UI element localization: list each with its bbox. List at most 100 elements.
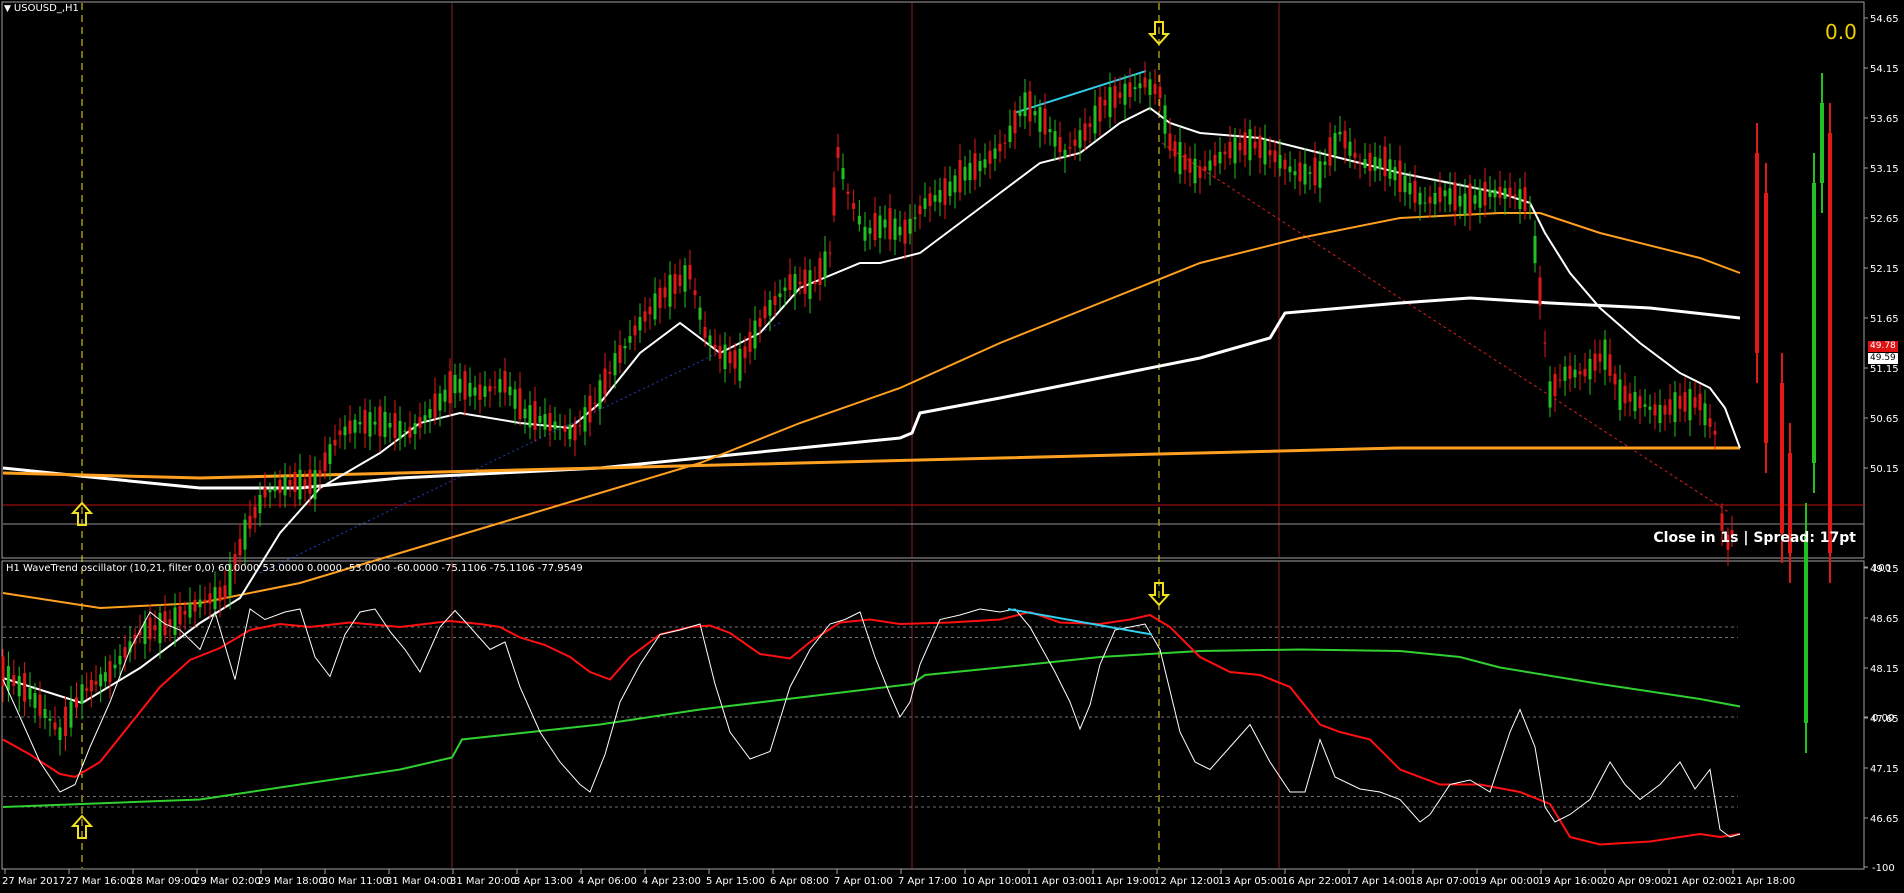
candle-body bbox=[1238, 142, 1242, 151]
price-tick-label: 53.65 bbox=[1870, 114, 1899, 125]
candle-body bbox=[1503, 188, 1507, 200]
candle-body bbox=[588, 395, 592, 423]
candle-body bbox=[1273, 150, 1277, 163]
candle-body bbox=[852, 203, 856, 209]
mtf-bar-body bbox=[1755, 153, 1759, 353]
candle-body bbox=[518, 388, 522, 420]
candle-body bbox=[1428, 196, 1432, 204]
price-tick-label: 52.15 bbox=[1870, 264, 1899, 275]
candle-body bbox=[468, 382, 472, 397]
candle-body bbox=[373, 421, 377, 425]
candle-body bbox=[6, 666, 10, 691]
candle-body bbox=[1418, 192, 1422, 205]
candle-body bbox=[1103, 99, 1107, 106]
candle-body bbox=[488, 385, 492, 392]
candle-body bbox=[1218, 151, 1222, 164]
candle-body bbox=[643, 311, 647, 322]
candle-body bbox=[388, 423, 392, 428]
candle-body bbox=[1588, 358, 1592, 380]
candle-body bbox=[783, 287, 787, 291]
candle-body bbox=[1263, 139, 1267, 165]
candle-body bbox=[1668, 399, 1672, 415]
candle-body bbox=[1628, 393, 1632, 402]
candle-body bbox=[1233, 137, 1237, 164]
candle-body bbox=[263, 487, 267, 498]
candle-body bbox=[273, 487, 277, 492]
dropdown-triangle-icon[interactable]: ▼ bbox=[4, 4, 11, 14]
candle-body bbox=[1533, 235, 1537, 264]
osc-divergence-line bbox=[1007, 608, 1153, 636]
candle-body bbox=[638, 317, 642, 331]
candle-body bbox=[793, 274, 797, 295]
price-tick-label: 51.15 bbox=[1870, 364, 1899, 375]
candle-body bbox=[857, 215, 861, 225]
candle-body bbox=[933, 195, 937, 202]
candle-body bbox=[998, 143, 1002, 152]
candle-body bbox=[1328, 137, 1332, 166]
candle-body bbox=[1398, 160, 1402, 192]
candle-body bbox=[1348, 141, 1352, 156]
candle-body bbox=[69, 701, 73, 728]
candle-body bbox=[298, 469, 302, 500]
candle-body bbox=[1173, 141, 1177, 157]
candle-body bbox=[608, 371, 612, 374]
candle-body bbox=[1158, 86, 1162, 99]
candle-body bbox=[1618, 379, 1622, 410]
candle-body bbox=[23, 673, 27, 702]
candle-body bbox=[1098, 96, 1102, 122]
candle-body bbox=[1268, 150, 1272, 156]
candle-body bbox=[1153, 84, 1157, 95]
candle-body bbox=[836, 146, 840, 158]
candle-body bbox=[1608, 354, 1612, 376]
time-tick-label: 7 Apr 01:00 bbox=[834, 876, 893, 887]
time-tick-label: 28 Mar 09:00 bbox=[130, 876, 197, 887]
candle-body bbox=[963, 166, 967, 181]
candle-body bbox=[1143, 77, 1147, 88]
candle-body bbox=[953, 175, 957, 193]
candle-body bbox=[803, 269, 807, 294]
candle-body bbox=[908, 218, 912, 234]
candle-body bbox=[563, 425, 567, 432]
chart-canvas[interactable]: 54.65 54.15 53.65 53.15 52.65 52.15 51.65 51.15… bbox=[0, 0, 1904, 893]
candle-body bbox=[243, 519, 247, 550]
candle-body bbox=[483, 386, 487, 397]
candle-body bbox=[798, 281, 802, 285]
mtf-bar-body bbox=[1804, 533, 1808, 723]
chart-title[interactable]: ▼ USOUSD_,H1 bbox=[4, 3, 79, 14]
candle-body bbox=[1433, 192, 1437, 205]
time-tick-label: 13 Apr 05:00 bbox=[1218, 876, 1283, 887]
time-tick-label: 18 Apr 07:00 bbox=[1410, 876, 1475, 887]
candle-body bbox=[508, 386, 512, 396]
candle-body bbox=[1458, 195, 1462, 207]
candle-body bbox=[1303, 163, 1307, 185]
candle-body bbox=[973, 153, 977, 180]
candle-body bbox=[1573, 369, 1577, 378]
candle-body bbox=[841, 168, 845, 180]
candle-body bbox=[1283, 159, 1287, 170]
candle-body bbox=[1408, 182, 1412, 195]
candle-body bbox=[1183, 154, 1187, 170]
candle-body bbox=[1163, 105, 1167, 134]
candle-body bbox=[1438, 187, 1442, 203]
candle-body bbox=[1063, 149, 1067, 158]
time-tick-label: 31 Mar 04:00 bbox=[386, 876, 453, 887]
candle-body bbox=[773, 295, 777, 306]
candle-body bbox=[913, 217, 917, 219]
candle-body bbox=[1713, 430, 1717, 435]
grid-lines bbox=[3, 3, 1864, 868]
candle-body bbox=[1613, 373, 1617, 385]
candle-body bbox=[1463, 193, 1467, 215]
candle-body bbox=[343, 426, 347, 436]
candle-body bbox=[1028, 91, 1032, 122]
candle-body bbox=[623, 345, 627, 349]
candle-body bbox=[558, 426, 562, 428]
candle-body bbox=[1288, 166, 1292, 173]
candle-body bbox=[528, 405, 532, 428]
candle-body bbox=[733, 350, 737, 369]
candle-body bbox=[1518, 189, 1522, 210]
candle-body bbox=[1698, 393, 1702, 411]
candle-body bbox=[878, 215, 882, 238]
candle-body bbox=[1033, 111, 1037, 116]
candle-body bbox=[743, 346, 747, 359]
candle-body bbox=[108, 661, 112, 683]
